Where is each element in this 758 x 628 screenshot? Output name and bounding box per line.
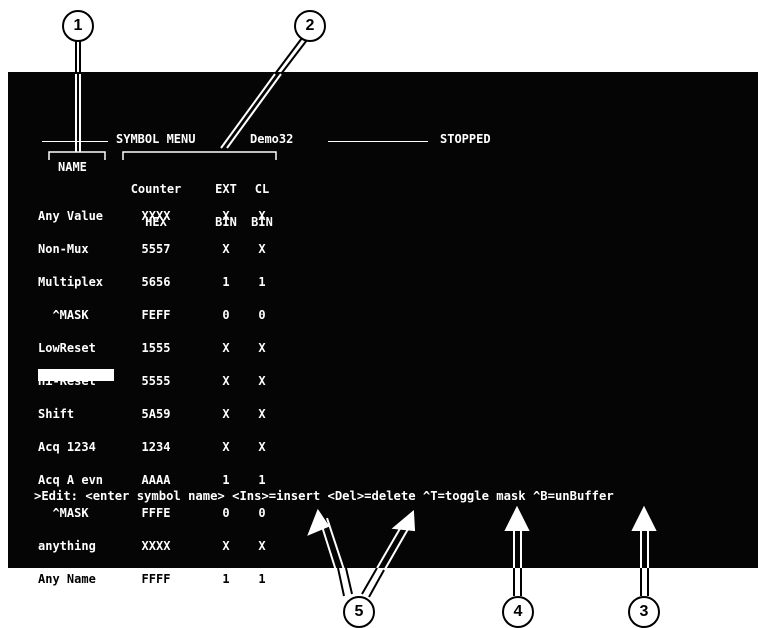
callout-5-arrow-del (361, 519, 413, 598)
arrowhead-ins (307, 508, 330, 536)
callout-4-leader-outside (513, 568, 522, 596)
callout-2-leader (280, 39, 308, 75)
callout-2-leader (220, 73, 276, 149)
callout-3-leader-outside (640, 568, 649, 596)
arrowhead-4 (504, 505, 530, 531)
callout-1: 1 (62, 10, 94, 42)
callout-4: 4 (502, 596, 534, 628)
callout-leaders (75, 37, 657, 598)
callout-4-arrow (513, 520, 522, 596)
callout-2-leader (226, 73, 282, 149)
callout-5-arrow-ins (319, 517, 353, 597)
arrowhead-del (391, 509, 416, 532)
callout-3: 3 (628, 596, 660, 628)
callout-5: 5 (343, 596, 375, 628)
callout-2-leader (274, 37, 303, 75)
arrowhead-3 (631, 505, 657, 531)
callout-3-arrow (640, 520, 649, 596)
callout-2: 2 (294, 10, 326, 42)
callout-5-leader-outside (361, 567, 385, 598)
